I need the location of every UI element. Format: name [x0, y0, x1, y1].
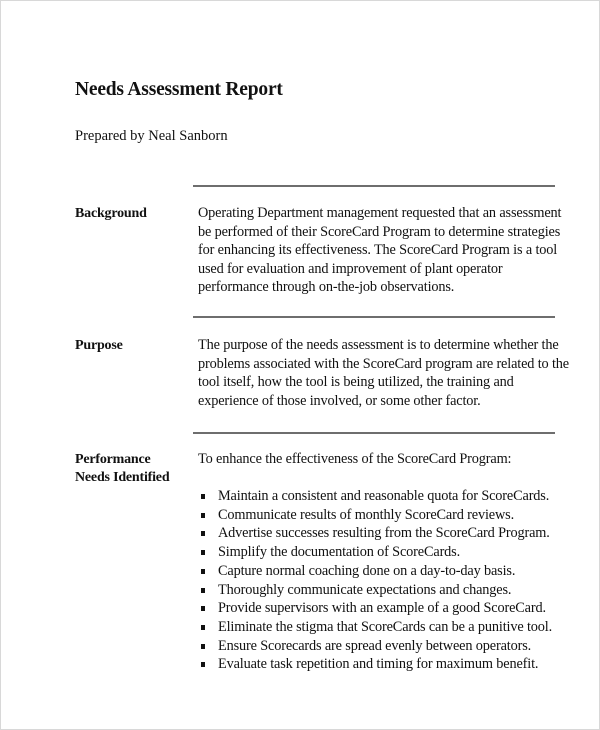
bullet-square-icon — [201, 512, 205, 518]
list-item: Capture normal coaching done on a day-to… — [201, 562, 552, 581]
list-item-text: Communicate results of monthly ScoreCard… — [218, 506, 514, 523]
list-item: Maintain a consistent and reasonable quo… — [201, 487, 552, 506]
needs-list: Maintain a consistent and reasonable quo… — [201, 487, 552, 674]
list-item-text: Advertise successes resulting from the S… — [218, 525, 550, 542]
section-label-background: Background — [75, 206, 147, 221]
bullet-square-icon — [201, 662, 205, 668]
bullet-square-icon — [201, 643, 205, 649]
bullet-square-icon — [201, 624, 205, 630]
list-item: Thoroughly communicate expectations and … — [201, 581, 552, 600]
document-title: Needs Assessment Report — [75, 79, 283, 100]
document-page: Needs Assessment Report Prepared by Neal… — [0, 0, 600, 730]
list-item-text: Ensure Scorecards are spread evenly betw… — [218, 637, 532, 654]
list-item: Simplify the documentation of ScoreCards… — [201, 543, 552, 562]
section-divider — [193, 316, 555, 318]
list-item-text: Simplify the documentation of ScoreCards… — [218, 544, 461, 561]
list-item: Evaluate task repetition and timing for … — [201, 655, 552, 674]
bullet-square-icon — [201, 587, 205, 593]
list-item: Ensure Scorecards are spread evenly betw… — [201, 637, 552, 656]
bullet-square-icon — [201, 494, 205, 499]
list-item: Advertise successes resulting from the S… — [201, 524, 552, 543]
list-item: Eliminate the stigma that ScoreCards can… — [201, 618, 552, 637]
section-label-purpose: Purpose — [75, 338, 123, 353]
list-item-text: Maintain a consistent and reasonable quo… — [218, 488, 550, 504]
section-text-background: Operating Department management requeste… — [198, 205, 562, 296]
bullet-square-icon — [201, 568, 205, 574]
list-item-text: Thoroughly communicate expectations and … — [218, 581, 512, 598]
section-divider — [193, 432, 555, 434]
section-label-line: Performance — [75, 452, 151, 467]
section-label-line: Needs Identified — [75, 470, 170, 485]
section-intro-performance-needs: To enhance the effectiveness of the Scor… — [198, 451, 512, 467]
list-item: Provide supervisors with an example of a… — [201, 599, 552, 618]
bullet-square-icon — [201, 606, 205, 612]
list-item: Communicate results of monthly ScoreCard… — [201, 506, 552, 525]
prepared-by: Prepared by Neal Sanborn — [75, 128, 228, 144]
bullet-square-icon — [201, 531, 205, 537]
list-item-text: Capture normal coaching done on a day-to… — [218, 562, 516, 579]
section-divider — [193, 185, 555, 187]
list-item-text: Eliminate the stigma that ScoreCards can… — [218, 618, 553, 635]
section-label-performance-needs: Performance Needs Identified — [75, 451, 170, 487]
list-item-text: Provide supervisors with an example of a… — [218, 600, 546, 617]
section-text-purpose: The purpose of the needs assessment is t… — [198, 337, 569, 409]
bullet-square-icon — [201, 550, 205, 556]
list-item-text: Evaluate task repetition and timing for … — [218, 656, 539, 673]
